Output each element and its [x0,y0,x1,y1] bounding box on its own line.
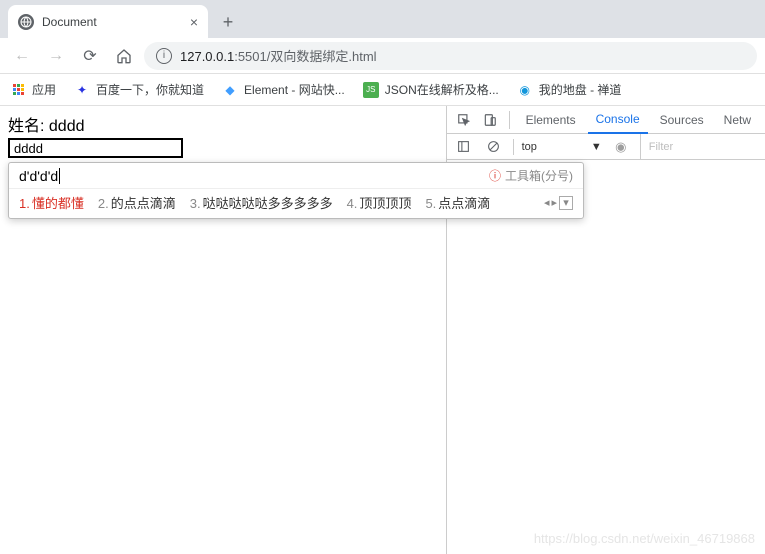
close-icon[interactable]: × [190,14,198,30]
console-sidebar-icon[interactable] [453,136,475,158]
ime-toolbox-label: 工具箱(分号) [505,167,573,184]
bookmark-label: 百度一下，你就知道 [96,81,204,98]
new-tab-button[interactable]: + [214,8,242,36]
tab-sources[interactable]: Sources [652,106,712,134]
label-prefix: 姓名: [8,118,49,135]
bookmark-item[interactable]: ◆ Element - 网站快... [222,81,345,98]
tab-elements[interactable]: Elements [518,106,584,134]
apps-button[interactable]: 应用 [10,81,56,98]
ime-composition-row: d'd'd'd ⓘ 工具箱(分号) [9,163,583,188]
bookmark-item[interactable]: ◉ 我的地盘 - 禅道 [517,81,622,98]
ime-candidate[interactable]: 4.顶顶顶顶 [347,193,412,212]
browser-tab[interactable]: Document × [8,5,208,38]
ime-popup: d'd'd'd ⓘ 工具箱(分号) 1.懂的都懂 2.的点点滴滴 3.哒哒哒哒哒… [8,162,584,219]
divider [509,111,510,129]
home-button[interactable] [110,42,138,70]
bound-value: dddd [49,118,85,135]
ime-dropdown-icon[interactable]: ▾ [559,196,573,210]
filter-input[interactable]: Filter [640,134,759,159]
ime-candidates: 1.懂的都懂 2.的点点滴滴 3.哒哒哒哒哒多多多多多 4.顶顶顶顶 5.点点滴… [9,188,583,218]
divider [513,139,514,155]
ime-composition: d'd'd'd [19,168,60,184]
tab-strip: Document × + [0,0,765,38]
reload-button[interactable]: ⟳ [76,42,104,70]
devtools-tabbar: Elements Console Sources Netw [447,106,765,134]
ime-toolbox[interactable]: ⓘ 工具箱(分号) [489,167,573,184]
context-selector[interactable]: top ▼ [522,141,602,153]
bookmarks-bar: 应用 ✦ 百度一下，你就知道 ◆ Element - 网站快... JS JSO… [0,74,765,106]
apps-icon [10,82,26,98]
address-bar[interactable]: i 127.0.0.1:5501/双向数据绑定.html [144,42,757,70]
chevron-down-icon: ▼ [591,141,602,153]
ime-candidate[interactable]: 3.哒哒哒哒哒多多多多多 [190,193,333,212]
back-button[interactable]: ← [8,42,36,70]
tab-console[interactable]: Console [588,106,648,134]
ime-candidate[interactable]: 1.懂的都懂 [19,193,84,212]
apps-label: 应用 [32,81,56,98]
site-info-icon[interactable]: i [156,48,172,64]
bookmark-favicon: JS [363,82,379,98]
globe-icon [18,14,34,30]
console-toolbar: top ▼ ◉ Filter [447,134,765,160]
bookmark-item[interactable]: ✦ 百度一下，你就知道 [74,81,204,98]
info-icon: ⓘ [489,167,501,184]
bookmark-favicon: ◆ [222,82,238,98]
forward-button[interactable]: → [42,42,70,70]
tab-title: Document [42,15,97,29]
name-label: 姓名: dddd [8,112,438,136]
name-input[interactable] [8,138,183,158]
url-text: 127.0.0.1:5501/双向数据绑定.html [180,46,377,65]
ime-next-icon[interactable]: ▸ [551,196,557,209]
bookmark-label: Element - 网站快... [244,81,345,98]
device-icon[interactable] [479,109,501,131]
ime-pager: ◂ ▸ ▾ [544,196,573,210]
clear-console-icon[interactable] [483,136,505,158]
context-label: top [522,141,537,153]
viewport-split: 姓名: dddd d'd'd'd ⓘ 工具箱(分号) 1.懂的都懂 2.的点点滴… [0,106,765,554]
bookmark-favicon: ✦ [74,82,90,98]
browser-toolbar: ← → ⟳ i 127.0.0.1:5501/双向数据绑定.html [0,38,765,74]
bookmark-favicon: ◉ [517,82,533,98]
ime-prev-icon[interactable]: ◂ [544,196,550,209]
inspect-icon[interactable] [453,109,475,131]
page-content: 姓名: dddd d'd'd'd ⓘ 工具箱(分号) 1.懂的都懂 2.的点点滴… [0,106,447,554]
bookmark-label: 我的地盘 - 禅道 [539,81,622,98]
ime-candidate[interactable]: 2.的点点滴滴 [98,193,176,212]
bookmark-item[interactable]: JS JSON在线解析及格... [363,81,499,98]
live-expression-icon[interactable]: ◉ [610,136,632,158]
ime-candidate[interactable]: 5.点点滴滴 [425,193,490,212]
bookmark-label: JSON在线解析及格... [385,81,499,98]
tab-network[interactable]: Netw [716,106,759,134]
